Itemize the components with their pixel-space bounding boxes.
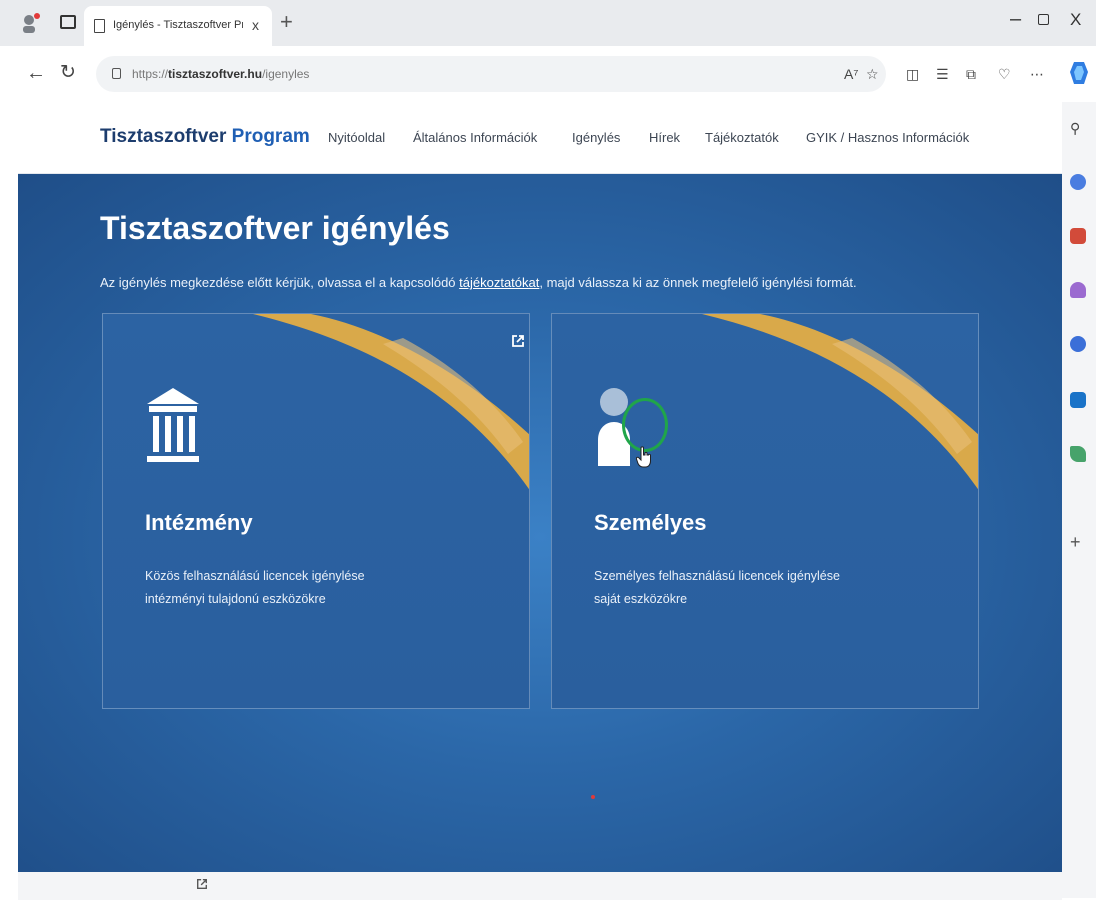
- nav-link-guides[interactable]: Tájékoztatók: [705, 130, 779, 145]
- tab-actions-icon[interactable]: [60, 15, 76, 29]
- browser-toolbar: ← ↻ https://tisztaszoftver.hu/igenyles A…: [0, 46, 1096, 102]
- page-bottom-strip: [18, 872, 1062, 900]
- browser-tab-active[interactable]: Igénylés - Tisztaszoftver Program x: [84, 6, 272, 46]
- intro-text: Az igénylés megkezdése előtt kérjük, olv…: [100, 275, 857, 290]
- tab-title: Igénylés - Tisztaszoftver Program: [113, 19, 243, 31]
- address-bar[interactable]: https://tisztaszoftver.hu/igenyles: [96, 56, 886, 92]
- more-menu-icon[interactable]: ⋯: [1030, 66, 1044, 83]
- institution-building-icon: [147, 388, 199, 462]
- tools-icon[interactable]: [1070, 228, 1086, 244]
- copilot-icon[interactable]: [1068, 60, 1090, 86]
- add-sidebar-app-icon[interactable]: +: [1070, 532, 1086, 552]
- shopping-icon[interactable]: [1070, 174, 1086, 190]
- nav-link-general-info[interactable]: Általános Információk: [413, 130, 537, 145]
- hand-cursor-icon: [636, 446, 651, 468]
- nav-link-news[interactable]: Hírek: [649, 130, 680, 145]
- page-title: Tisztaszoftver igénylés: [100, 210, 450, 246]
- nav-link-request[interactable]: Igénylés: [572, 130, 620, 145]
- window-minimize-button[interactable]: –: [1010, 8, 1021, 31]
- request-hero-section: Tisztaszoftver igénylés Az igénylés megk…: [18, 174, 1062, 872]
- external-link-icon[interactable]: [511, 334, 525, 348]
- edge-sidebar: ⚲ +: [1062, 102, 1096, 898]
- click-highlight-ring: [622, 398, 668, 452]
- page-favicon-icon: [94, 19, 105, 33]
- new-tab-button[interactable]: +: [280, 9, 293, 35]
- site-info-icon[interactable]: [112, 68, 121, 79]
- favorite-star-icon[interactable]: ☆: [866, 66, 879, 83]
- institution-card-description: Közös felhasználású licencek igénylése i…: [145, 569, 365, 606]
- nav-link-faq[interactable]: GYIK / Hasznos Információk: [806, 130, 969, 145]
- search-icon[interactable]: ⚲: [1070, 120, 1086, 136]
- window-restore-button[interactable]: [1038, 14, 1049, 25]
- institution-card[interactable]: Intézmény Közös felhasználású licencek i…: [102, 313, 530, 709]
- favorites-list-icon[interactable]: ☰: [936, 66, 949, 83]
- read-aloud-icon[interactable]: A⁷: [844, 66, 858, 82]
- window-close-button[interactable]: X: [1070, 10, 1081, 30]
- reload-icon[interactable]: ↻: [60, 61, 76, 84]
- office-icon[interactable]: [1070, 336, 1086, 352]
- profile-icon[interactable]: [20, 12, 42, 34]
- games-icon[interactable]: [1070, 282, 1086, 298]
- personal-card-title: Személyes: [594, 510, 707, 535]
- external-link-icon[interactable]: [196, 878, 208, 890]
- tab-close-button[interactable]: x: [252, 17, 259, 33]
- institution-card-title: Intézmény: [145, 510, 253, 535]
- browser-essentials-icon[interactable]: ♡: [998, 66, 1011, 83]
- personal-card[interactable]: Személyes Személyes felhasználású licenc…: [551, 313, 979, 709]
- site-logo[interactable]: Tisztaszoftver Program: [100, 126, 310, 148]
- guides-link[interactable]: tájékoztatókat: [459, 275, 539, 290]
- split-screen-icon[interactable]: ◫: [906, 66, 919, 83]
- personal-card-description: Személyes felhasználású licencek igénylé…: [594, 569, 840, 606]
- browser-titlebar: Igénylés - Tisztaszoftver Program x + – …: [0, 0, 1096, 46]
- back-arrow-icon[interactable]: ←: [26, 62, 46, 85]
- collections-icon[interactable]: ⧉: [966, 66, 976, 83]
- drop-icon[interactable]: [1070, 446, 1086, 462]
- nav-link-home[interactable]: Nyitóoldal: [328, 130, 385, 145]
- site-header: Tisztaszoftver Program Nyitóoldal Általá…: [18, 102, 1062, 174]
- outlook-icon[interactable]: [1070, 392, 1086, 408]
- url-text[interactable]: https://tisztaszoftver.hu/igenyles: [132, 67, 309, 81]
- cursor-marker: [591, 795, 595, 799]
